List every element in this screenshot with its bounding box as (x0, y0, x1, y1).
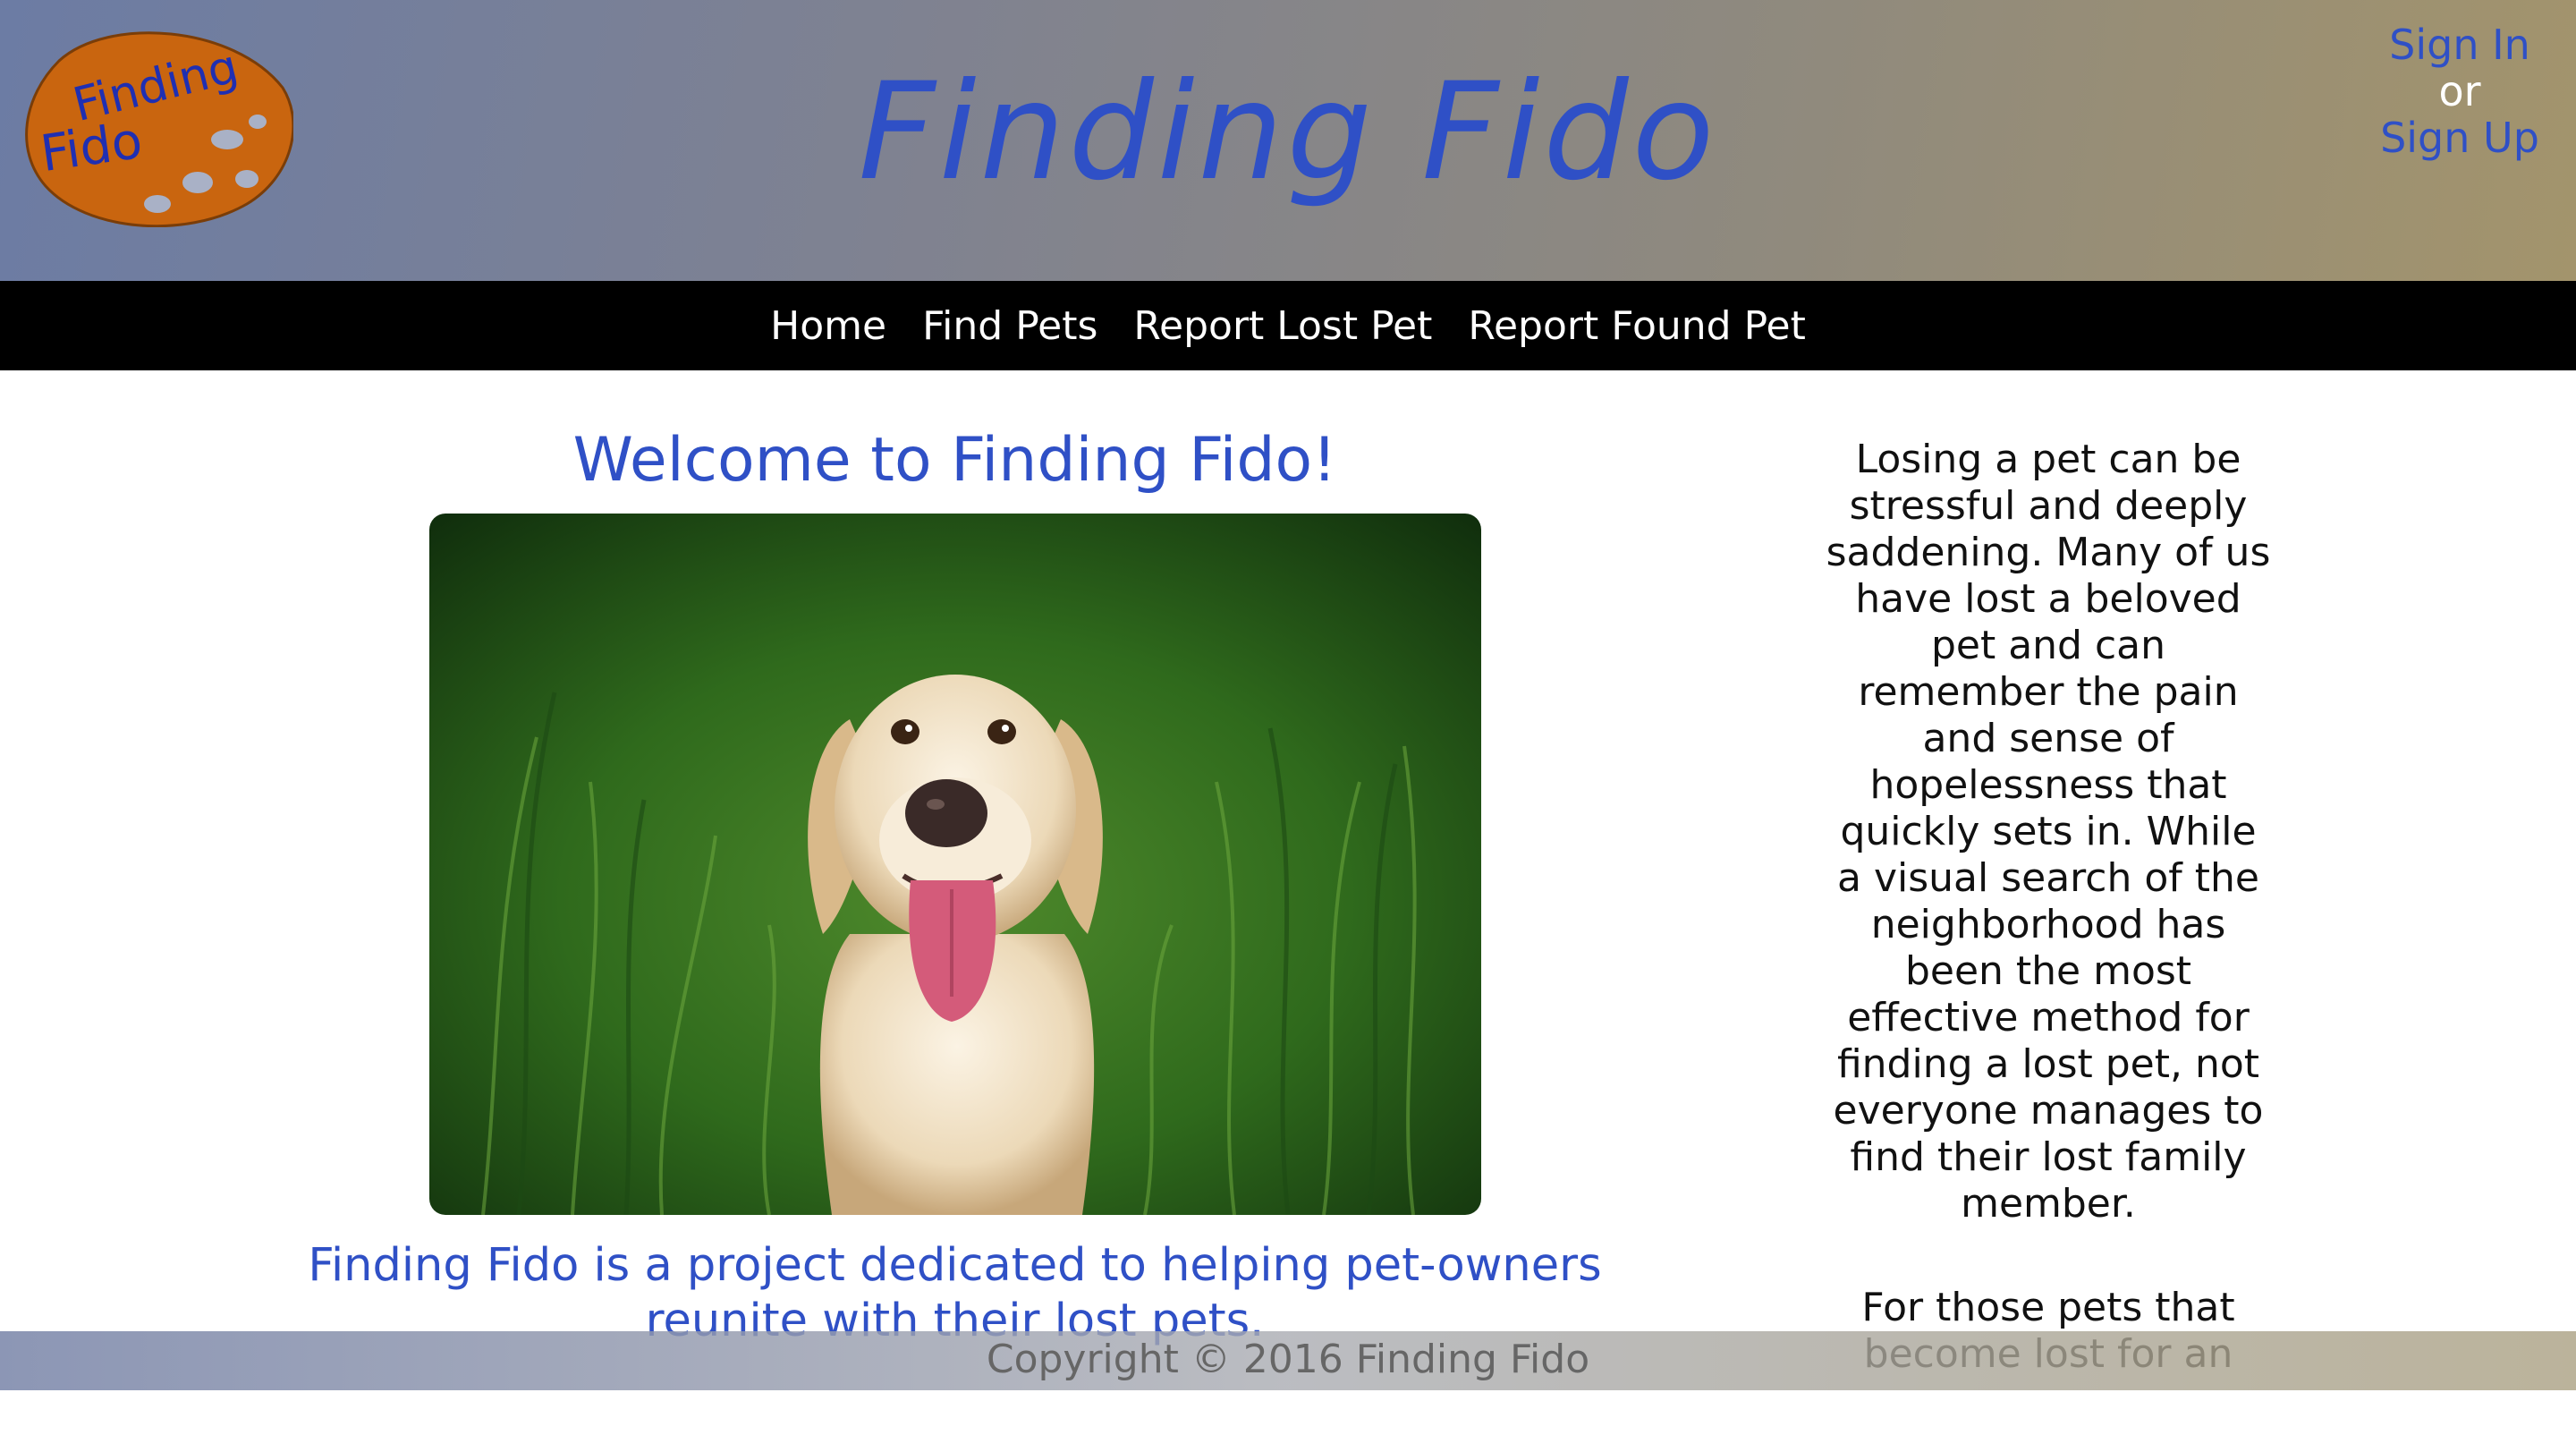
nav-report-lost-pet[interactable]: Report Lost Pet (1133, 303, 1432, 349)
sign-up-link[interactable]: Sign Up (2326, 115, 2576, 161)
nav-home[interactable]: Home (770, 303, 886, 349)
sign-in-link[interactable]: Sign In (2326, 21, 2576, 68)
site-footer: Copyright © 2016 Finding Fido (0, 1331, 2576, 1390)
welcome-heading: Welcome to Finding Fido! (572, 425, 1337, 496)
auth-links: Sign In or Sign Up (2326, 21, 2576, 161)
site-header: Finding Fido Finding Fido Sign In or Sig… (0, 0, 2576, 281)
about-paragraph-1: Losing a pet can be stressful and deeply… (1826, 437, 2271, 1227)
site-title: Finding Fido (858, 55, 1718, 210)
main-nav: Home Find Pets Report Lost Pet Report Fo… (0, 281, 2576, 370)
nav-find-pets[interactable]: Find Pets (922, 303, 1097, 349)
copyright-text: Copyright © 2016 Finding Fido (986, 1337, 1590, 1382)
auth-or-text: or (2438, 67, 2481, 115)
about-sidebar: Losing a pet can be stressful and deeply… (1825, 437, 2272, 1435)
nav-report-found-pet[interactable]: Report Found Pet (1468, 303, 1805, 349)
hero-dog-image (429, 514, 1481, 1215)
